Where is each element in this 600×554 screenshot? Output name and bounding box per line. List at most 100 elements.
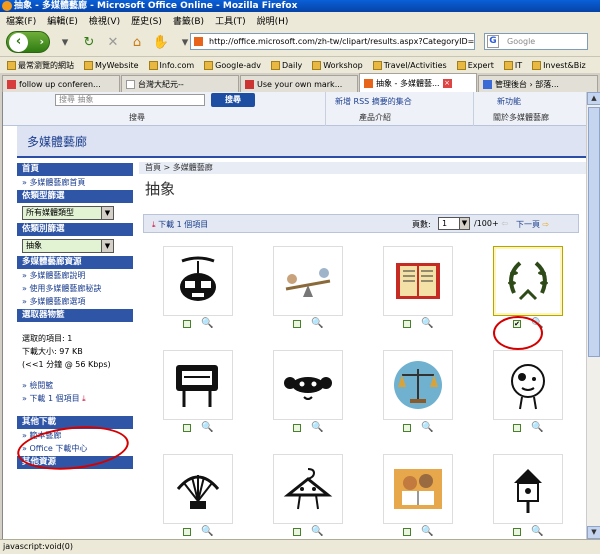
menu-help[interactable]: 說明(H) xyxy=(257,14,289,27)
clipart-people-reading-thumbnail[interactable] xyxy=(383,454,453,524)
magnifier-icon[interactable]: 🔍 xyxy=(531,422,543,433)
select-checkbox[interactable] xyxy=(513,528,521,536)
bookmark-folder[interactable]: Invest&Biz xyxy=(529,60,589,70)
google-icon[interactable]: G xyxy=(487,35,499,48)
select-checkbox[interactable] xyxy=(293,320,301,328)
home-icon[interactable]: ⌂ xyxy=(128,35,146,50)
history-dropdown-icon[interactable]: ▾ xyxy=(56,35,74,50)
back-forward-buttons[interactable]: ‹ › xyxy=(6,31,50,53)
clipart-scales-thumbnail[interactable] xyxy=(383,350,453,420)
url-bar[interactable]: http://office.microsoft.com/zh-tw/clipar… xyxy=(190,33,475,50)
magnifier-icon[interactable]: 🔍 xyxy=(311,422,323,433)
menu-tools[interactable]: 工具(T) xyxy=(215,14,246,27)
select-checkbox[interactable] xyxy=(183,320,191,328)
bookmark-item[interactable]: Info.com xyxy=(146,60,198,70)
clipart-item: 🔍 xyxy=(363,450,473,539)
prev-arrow-icon[interactable]: ⇦ xyxy=(501,219,508,228)
menu-bookmarks[interactable]: 書籤(B) xyxy=(173,14,204,27)
chevron-down-icon[interactable]: ▼ xyxy=(101,207,113,219)
magnifier-icon[interactable]: 🔍 xyxy=(421,422,433,433)
select-checkbox[interactable] xyxy=(183,424,191,432)
scroll-down-arrow-icon[interactable]: ▼ xyxy=(587,526,600,539)
rss-link[interactable]: 新增 RSS 摘要的集合 xyxy=(335,96,412,107)
clipart-projector-sign-thumbnail[interactable] xyxy=(163,350,233,420)
select-checkbox[interactable] xyxy=(403,424,411,432)
tab-conference[interactable]: follow up conferen... xyxy=(2,75,120,92)
clipart-shell-ornament-thumbnail[interactable] xyxy=(163,454,233,524)
sidebar-link-tips[interactable]: » 使用多媒體藝廊秘訣 xyxy=(17,282,133,295)
stop-icon[interactable]: ✕ xyxy=(104,35,122,50)
magnifier-icon[interactable]: 🔍 xyxy=(421,526,433,537)
bookmark-folder[interactable]: Travel/Activities xyxy=(370,60,450,70)
bookmark-item[interactable]: Google-adv xyxy=(201,60,264,70)
clipart-search-input[interactable]: 搜尋 抽象 xyxy=(55,94,205,106)
bookmark-item[interactable]: 最常瀏覽的網站 xyxy=(4,60,77,71)
search-placeholder: Google xyxy=(507,37,536,46)
chevron-down-icon[interactable]: ▼ xyxy=(101,240,113,252)
magnifier-icon[interactable]: 🔍 xyxy=(531,526,543,537)
back-arrow-icon[interactable]: ‹ xyxy=(9,33,28,52)
media-type-select[interactable]: 所有媒體類型 ▼ xyxy=(22,206,114,220)
reload-icon[interactable]: ↻ xyxy=(80,35,98,50)
breadcrumb[interactable]: 首頁 > 多媒體藝廊 xyxy=(139,162,586,174)
bookmark-folder[interactable]: Daily xyxy=(268,60,305,70)
menu-history[interactable]: 歷史(S) xyxy=(131,14,162,27)
select-checkbox[interactable] xyxy=(183,528,191,536)
clipart-book-thumbnail[interactable] xyxy=(383,246,453,316)
chevron-down-icon[interactable]: ▼ xyxy=(459,218,469,229)
addon-icon[interactable]: ✋ xyxy=(152,35,170,50)
select-checkbox[interactable] xyxy=(293,424,301,432)
sidebar-header-home: 首頁 xyxy=(17,163,133,176)
clipart-robot-face-thumbnail[interactable] xyxy=(163,246,233,316)
clipart-item: 🔍 xyxy=(363,242,473,346)
select-checkbox[interactable] xyxy=(293,528,301,536)
page-select[interactable]: 1 ▼ xyxy=(438,217,470,230)
search-button[interactable]: 搜尋 xyxy=(211,93,255,107)
tab-clipart-active[interactable]: 抽象 - 多媒體藝... × xyxy=(359,73,477,92)
magnifier-icon[interactable]: 🔍 xyxy=(311,318,323,329)
scroll-up-arrow-icon[interactable]: ▲ xyxy=(587,92,600,105)
magnifier-icon[interactable]: 🔍 xyxy=(311,526,323,537)
search-box[interactable]: G Google xyxy=(484,33,588,50)
next-arrow-icon[interactable]: ⇨ xyxy=(543,220,550,229)
clipart-seesaw-thumbnail[interactable] xyxy=(273,246,343,316)
section-banner: 多媒體藝廊 xyxy=(17,126,586,158)
tab-epoch[interactable]: 台灣大紀元-- xyxy=(121,75,239,92)
category-select[interactable]: 抽象 ▼ xyxy=(22,239,114,253)
magnifier-icon[interactable]: 🔍 xyxy=(201,526,213,537)
clipart-hanger-figure-thumbnail[interactable] xyxy=(273,454,343,524)
vertical-scrollbar[interactable]: ▲ ▼ xyxy=(586,92,600,539)
yahoo-icon xyxy=(7,79,16,89)
clipart-laurel-wreath-thumbnail[interactable] xyxy=(493,246,563,316)
sidebar-link-home[interactable]: » 多媒體藝廊首頁 xyxy=(17,176,133,189)
new-features-link[interactable]: 新功能 xyxy=(497,96,521,107)
magnifier-icon[interactable]: 🔍 xyxy=(201,422,213,433)
clipart-bubble-face-thumbnail[interactable] xyxy=(493,350,563,420)
bookmark-folder[interactable]: IT xyxy=(501,60,525,70)
next-page-link[interactable]: 下一頁 ⇨ xyxy=(516,219,549,230)
scroll-thumb[interactable] xyxy=(588,107,600,357)
view-basket-link[interactable]: » 檢閱籃 xyxy=(17,379,133,392)
bookmark-folder[interactable]: Expert xyxy=(454,60,497,70)
menu-file[interactable]: 檔案(F) xyxy=(6,14,36,27)
bookmark-item[interactable]: MyWebsite xyxy=(81,60,142,70)
select-checkbox[interactable] xyxy=(403,528,411,536)
select-checkbox[interactable] xyxy=(513,424,521,432)
magnifier-icon[interactable]: 🔍 xyxy=(201,318,213,329)
forward-arrow-icon[interactable]: › xyxy=(39,35,44,48)
download-link[interactable]: ⤓ 下載 1 個項目 xyxy=(152,219,208,230)
tab-own-mark[interactable]: Use your own mark... xyxy=(240,75,358,92)
clipart-bow-face-thumbnail[interactable] xyxy=(273,350,343,420)
select-checkbox[interactable] xyxy=(403,320,411,328)
tab-blog-admin[interactable]: 管理後台 › 部落... xyxy=(478,75,598,92)
page-title: 抽象 xyxy=(145,180,176,198)
menu-edit[interactable]: 編輯(E) xyxy=(47,14,78,27)
menu-view[interactable]: 檢視(V) xyxy=(89,14,120,27)
magnifier-icon[interactable]: 🔍 xyxy=(421,318,433,329)
sidebar-link-help[interactable]: » 多媒體藝廊說明 xyxy=(17,269,133,282)
download-items-link[interactable]: » 下載 1 個項目 ⤓ xyxy=(17,392,133,405)
sidebar-link-options[interactable]: » 多媒體藝廊選項 xyxy=(17,295,133,308)
close-tab-icon[interactable]: × xyxy=(442,78,452,88)
bookmark-folder[interactable]: Workshop xyxy=(309,60,365,70)
clipart-birdhouse-thumbnail[interactable] xyxy=(493,454,563,524)
